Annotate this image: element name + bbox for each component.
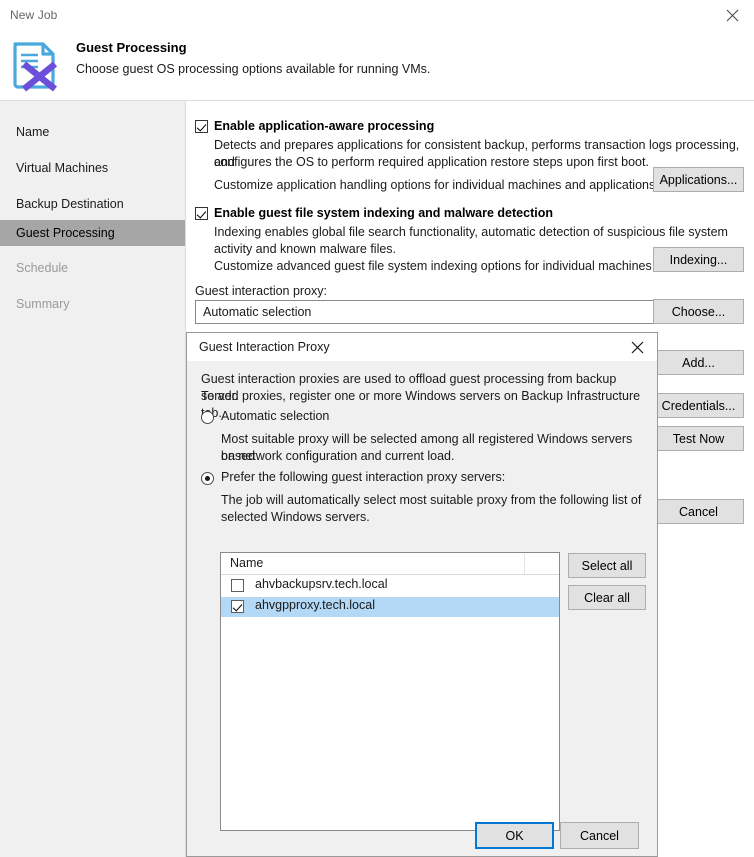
document-guest-processing-icon <box>10 40 66 92</box>
window-title: New Job <box>10 8 58 22</box>
page-subtitle: Choose guest OS processing options avail… <box>76 62 431 76</box>
enable-guest-file-indexing-label: Enable guest file system indexing and ma… <box>214 206 553 220</box>
listbox-header: Name <box>221 553 559 575</box>
enable-application-aware-processing-label: Enable application-aware processing <box>214 119 435 133</box>
dialog-cancel-button[interactable]: Cancel <box>560 822 639 849</box>
table-row[interactable]: ahvgpproxy.tech.local <box>221 597 559 617</box>
enable-application-aware-processing-checkbox[interactable] <box>195 120 208 133</box>
column-separator <box>524 554 525 574</box>
prefer-proxy-desc-line1: The job will automatically select most s… <box>221 493 642 507</box>
ok-button[interactable]: OK <box>475 822 554 849</box>
new-job-wizard-window: New Job Guest Processing Choose guest OS… <box>0 0 754 857</box>
prefer-proxy-servers-radio[interactable] <box>201 472 214 485</box>
automatic-selection-radio[interactable] <box>201 411 214 424</box>
proxy-servers-listbox[interactable]: Name ahvbackupsrv.tech.local ahvgpproxy.… <box>220 552 560 831</box>
page-header: Guest Processing Choose guest OS process… <box>0 30 754 100</box>
wizard-steps-sidebar: Name Virtual Machines Backup Destination… <box>0 101 186 857</box>
row-checkbox[interactable] <box>231 600 244 613</box>
sidebar-item-name[interactable]: Name <box>0 119 185 145</box>
guest-interaction-proxy-dialog: Guest Interaction Proxy Guest interactio… <box>186 332 658 857</box>
row-label: ahvgpproxy.tech.local <box>255 598 375 612</box>
app-aware-description-line2: configures the OS to perform required ap… <box>214 155 649 169</box>
column-header-name: Name <box>230 556 264 570</box>
close-icon[interactable] <box>710 0 754 30</box>
guest-interaction-proxy-field[interactable]: Automatic selection <box>195 300 655 324</box>
sidebar-item-guest-processing[interactable]: Guest Processing <box>0 220 185 246</box>
sidebar-item-summary[interactable]: Summary <box>0 291 185 317</box>
dialog-close-icon[interactable] <box>619 334 655 360</box>
sidebar-item-backup-destination[interactable]: Backup Destination <box>0 191 185 217</box>
indexing-description-line2: activity and known malware files. <box>214 242 397 256</box>
page-title: Guest Processing <box>76 40 187 55</box>
dialog-titlebar: Guest Interaction Proxy <box>187 333 657 361</box>
indexing-hint: Customize advanced guest file system ind… <box>214 259 652 273</box>
app-aware-hint: Customize application handling options f… <box>214 178 656 192</box>
indexing-button[interactable]: Indexing... <box>653 247 744 272</box>
choose-proxy-button[interactable]: Choose... <box>653 299 744 324</box>
test-now-button[interactable]: Test Now <box>653 426 744 451</box>
guest-interaction-proxy-label: Guest interaction proxy: <box>195 284 328 298</box>
applications-button[interactable]: Applications... <box>653 167 744 192</box>
enable-guest-file-indexing-checkbox[interactable] <box>195 207 208 220</box>
row-label: ahvbackupsrv.tech.local <box>255 577 388 591</box>
dialog-title: Guest Interaction Proxy <box>199 340 330 354</box>
window-titlebar: New Job <box>0 0 754 30</box>
dialog-body: Guest interaction proxies are used to of… <box>187 361 657 856</box>
wizard-cancel-button[interactable]: Cancel <box>653 499 744 524</box>
table-row[interactable]: ahvbackupsrv.tech.local <box>221 576 559 596</box>
select-all-button[interactable]: Select all <box>568 553 646 578</box>
prefer-proxy-servers-label: Prefer the following guest interaction p… <box>221 470 506 484</box>
sidebar-item-virtual-machines[interactable]: Virtual Machines <box>0 155 185 181</box>
row-checkbox[interactable] <box>231 579 244 592</box>
add-button[interactable]: Add... <box>653 350 744 375</box>
credentials-button[interactable]: Credentials... <box>653 393 744 418</box>
prefer-proxy-desc-line2: selected Windows servers. <box>221 510 370 524</box>
clear-all-button[interactable]: Clear all <box>568 585 646 610</box>
sidebar-item-schedule[interactable]: Schedule <box>0 255 185 281</box>
automatic-selection-desc-line2: on network configuration and current loa… <box>221 449 455 463</box>
automatic-selection-label: Automatic selection <box>221 409 330 423</box>
indexing-description-line1: Indexing enables global file search func… <box>214 225 728 239</box>
